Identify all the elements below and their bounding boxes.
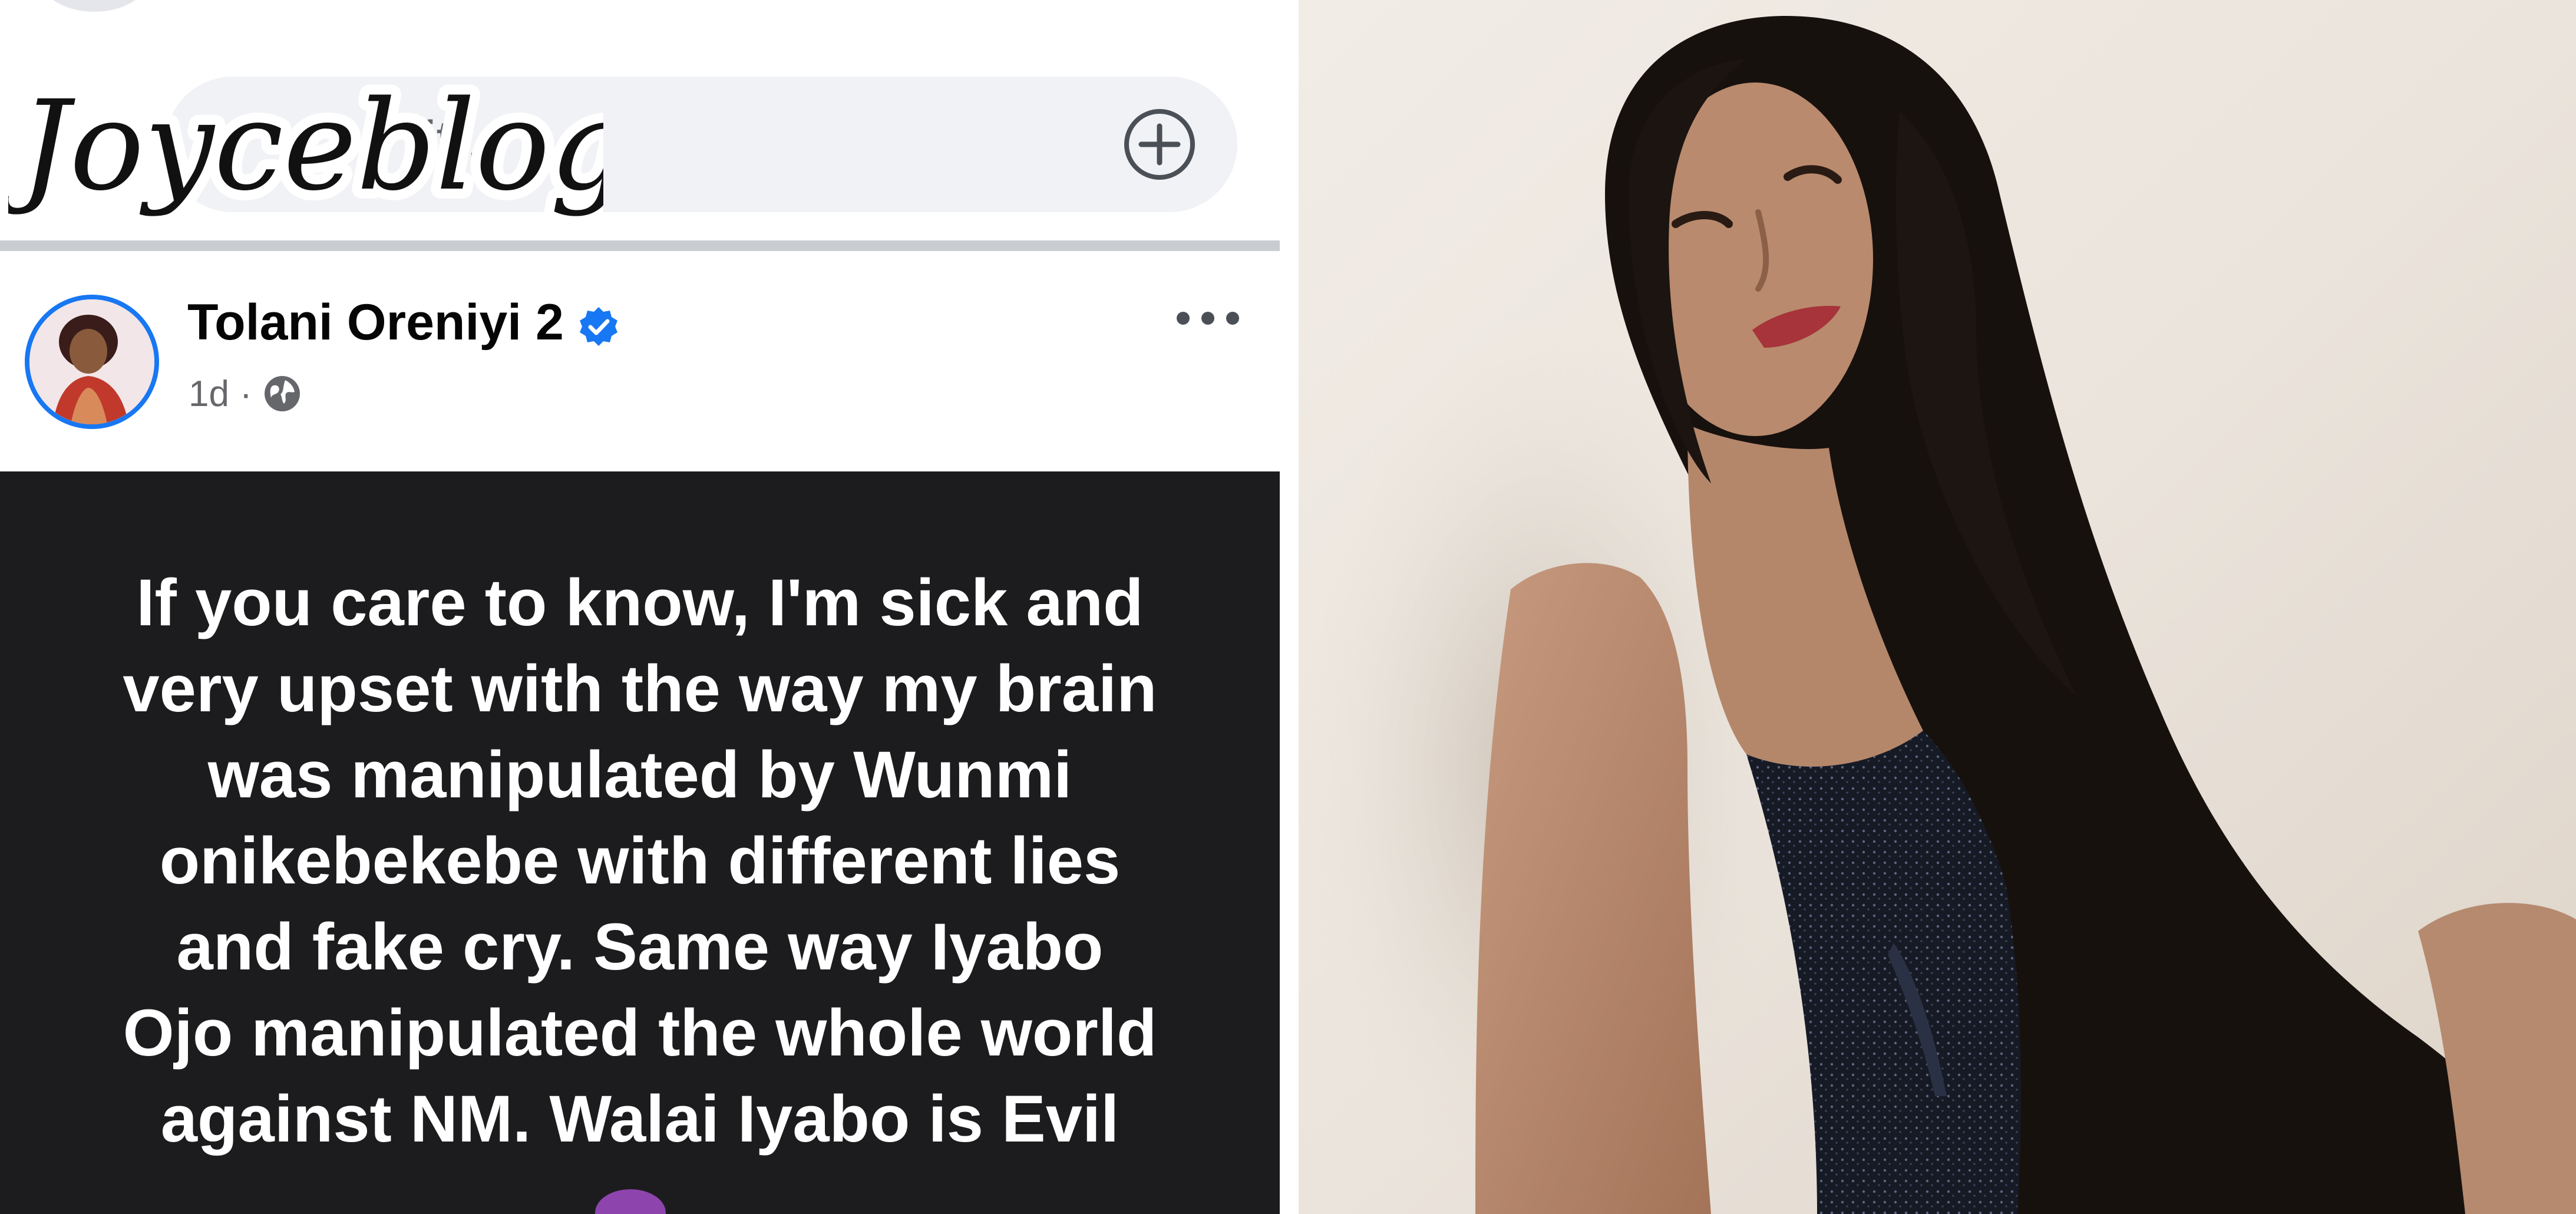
post-meta: 1d · <box>189 370 302 417</box>
section-divider <box>0 240 1280 251</box>
meta-separator: · <box>239 373 252 414</box>
profile-photo <box>1299 0 2576 1214</box>
woman-portrait-photo <box>1299 0 2576 1214</box>
post-timestamp[interactable]: 1d <box>189 373 229 415</box>
plus-circle-icon[interactable] <box>1122 107 1197 182</box>
emoji-fragment <box>595 1189 666 1214</box>
more-options-icon[interactable] <box>1173 301 1243 336</box>
verified-badge-icon <box>580 307 617 346</box>
globe-icon <box>264 376 300 411</box>
avatar-portrait <box>29 299 154 424</box>
panel-divider <box>1280 0 1299 1214</box>
post-author-name[interactable]: Tolani Oreniyi 2 <box>187 293 564 352</box>
screenshot-canvas: it... Tolani Oreniyi 2 1d · If you care … <box>0 0 2576 1214</box>
post-composer-bar[interactable] <box>165 77 1237 212</box>
post-text-card: If you care to know, I'm sick and very u… <box>0 471 1280 1214</box>
composer-placeholder-text: it... <box>424 110 497 170</box>
author-avatar[interactable] <box>25 295 159 429</box>
post-body-text: If you care to know, I'm sick and very u… <box>123 566 1157 1156</box>
cropped-avatar-fragment <box>35 0 153 12</box>
facebook-post-screenshot: it... Tolani Oreniyi 2 1d · If you care … <box>0 0 1280 1214</box>
